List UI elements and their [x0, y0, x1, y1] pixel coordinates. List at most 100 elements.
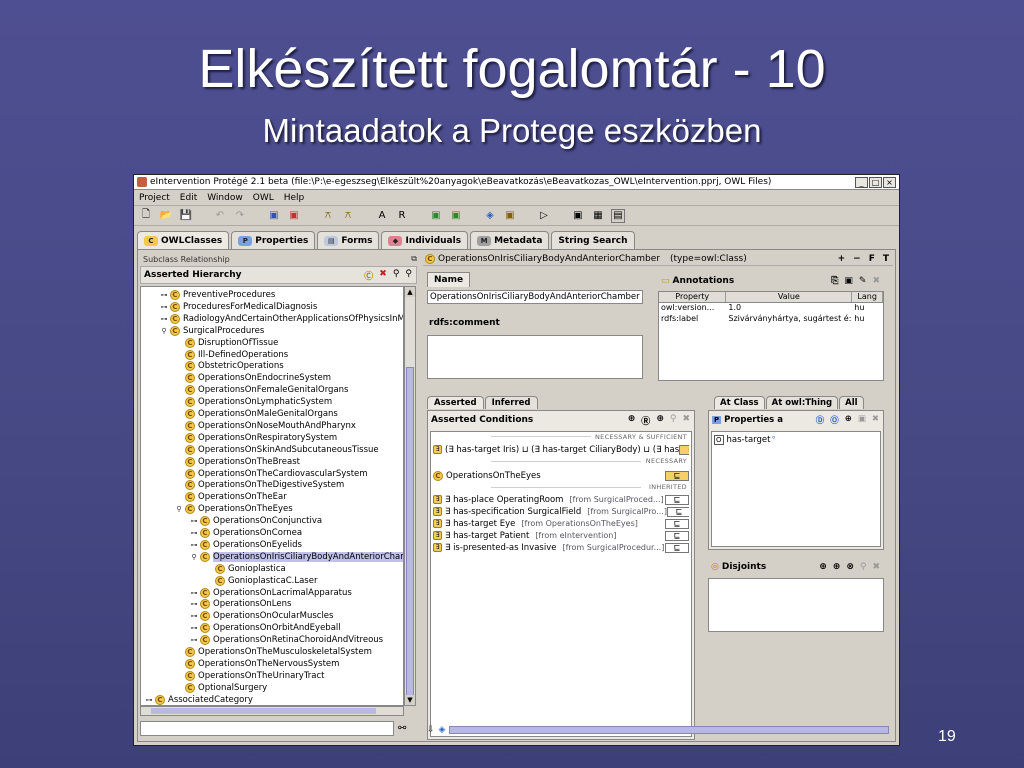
class-name-field[interactable]: OperationsOnIrisCiliaryBodyAndAnteriorCh…	[427, 290, 643, 304]
list-item[interactable]: ∃ ∃ has-target Patient [from eInterventi…	[433, 530, 689, 541]
add-disjoint-icon[interactable]: ⊕	[819, 562, 827, 572]
tree-item[interactable]: C ObstetricOperations	[175, 360, 284, 372]
column-property[interactable]: Property	[659, 292, 727, 302]
tree-item[interactable]: C OperationsOnTheDigestiveSystem	[175, 479, 344, 491]
tab-inferred[interactable]: Inferred	[484, 396, 538, 409]
grid-icon[interactable]: ▦	[591, 209, 605, 223]
tab-at-class[interactable]: At Class	[714, 396, 765, 409]
delete-class-icon[interactable]: ✖	[379, 269, 387, 282]
create-class-icon[interactable]: Ⓒ	[364, 269, 373, 282]
tree-icon[interactable]: ⚻	[321, 209, 335, 223]
view-icon[interactable]: ▣	[571, 209, 585, 223]
tree-item[interactable]: ⊶ C OperationsOnRetinaChoroidAndVitreous	[190, 634, 383, 646]
tab-individuals[interactable]: ◆ Individuals	[381, 231, 469, 249]
scroll-down-arrow[interactable]: ▼	[405, 695, 415, 705]
tree-item[interactable]: C Gonioplastica	[205, 563, 286, 575]
object-property-icon[interactable]: Ⓞ	[830, 414, 839, 426]
expand-icon[interactable]: ⊶	[160, 291, 168, 299]
delete-condition-icon[interactable]: ✖	[682, 414, 690, 427]
tree-item[interactable]: ⊶ C OperationsOnEyelids	[190, 539, 302, 551]
delete-property-icon[interactable]: ✖	[872, 414, 879, 426]
tree-item[interactable]: ⊶ C AssociatedCategory	[145, 694, 253, 705]
add-named-class-icon[interactable]: ⊕	[656, 414, 664, 427]
restore-icon[interactable]: ⧉	[411, 254, 417, 264]
expand-icon[interactable]: ⊶	[145, 696, 153, 704]
add-property-icon[interactable]: ⊕	[845, 414, 852, 426]
open-folder-icon[interactable]: 📂	[159, 209, 173, 223]
tree-item[interactable]: ⚲ C SurgicalProcedures	[160, 325, 264, 337]
classify-icon[interactable]: ◈	[483, 209, 497, 223]
tree-item[interactable]: ⊶ C RadiologyAndCertainOtherApplicationsOf…	[160, 313, 403, 325]
tab-forms[interactable]: ▤ Forms	[317, 231, 380, 249]
tree-item[interactable]: C OperationsOnFemaleGenitalOrgans	[175, 384, 348, 396]
tree-item[interactable]: ⊶ C OperationsOnLacrimalApparatus	[190, 587, 352, 599]
tree-item[interactable]: ⚲ C OperationsOnIrisCiliaryBodyAndAnterior…	[190, 551, 403, 563]
tab-metadata[interactable]: M Metadata	[470, 231, 550, 249]
minimize-button[interactable]: _	[855, 176, 868, 188]
mutual-disjoint-icon[interactable]: ⊗	[846, 562, 854, 572]
menu-owl[interactable]: OWL	[253, 193, 274, 203]
name-tab[interactable]: Name	[427, 272, 471, 287]
export-icon[interactable]: ▣	[449, 209, 463, 223]
collapse-icon[interactable]: ⚲	[160, 327, 168, 335]
remove-button[interactable]: −	[853, 254, 861, 264]
restriction-icon[interactable]: Ⓡ	[641, 414, 650, 427]
table-row[interactable]: rdfs:label Szivárványhártya, sugártest é…	[659, 314, 883, 325]
list-item[interactable]: ∃ ∃ is-presented-as Invasive [from Surgi…	[433, 542, 689, 553]
tree-item[interactable]: C GonioplasticaC.Laser	[205, 575, 317, 587]
maximize-button[interactable]: □	[869, 176, 882, 188]
tree-horizontal-scrollbar[interactable]	[140, 706, 404, 716]
tree-item[interactable]: C OperationsOnEndocrineSystem	[175, 372, 331, 384]
tree-item[interactable]: C OperationsOnTheCardiovascularSystem	[175, 468, 368, 480]
find-next-icon[interactable]: ⚲	[405, 269, 412, 282]
tree-vertical-scrollbar[interactable]: ▲ ▼	[404, 286, 416, 706]
collapse-icon[interactable]: ⚲	[175, 505, 183, 513]
tab-at-owl-thing[interactable]: At owl:Thing	[765, 396, 839, 409]
expand-icon[interactable]: ⊶	[190, 612, 198, 620]
scroll-up-arrow[interactable]: ▲	[405, 287, 415, 297]
classify-diamond-icon[interactable]: ◈	[439, 725, 446, 735]
text-r-button[interactable]: R	[395, 209, 409, 223]
tree-search-input[interactable]	[140, 720, 394, 736]
tree-item[interactable]: C OperationsOnTheBreast	[175, 456, 300, 468]
cut-icon[interactable]: ▣	[267, 209, 281, 223]
expand-icon[interactable]: ⊶	[160, 315, 168, 323]
menu-project[interactable]: Project	[139, 193, 170, 203]
search-disjoint-icon[interactable]: ⚲	[860, 562, 867, 572]
menu-help[interactable]: Help	[284, 193, 305, 203]
tree-item[interactable]: C OperationsOnTheUrinaryTract	[175, 670, 324, 682]
menu-edit[interactable]: Edit	[180, 193, 197, 203]
tab-asserted[interactable]: Asserted	[427, 396, 484, 409]
query-icon[interactable]: ▣	[429, 209, 443, 223]
tree-item[interactable]: C OperationsOnTheMusculoskeletalSystem	[175, 646, 372, 658]
tree-item[interactable]: C OperationsOnRespiratorySystem	[175, 432, 337, 444]
close-button[interactable]: ×	[883, 176, 896, 188]
tree-item[interactable]: C OperationsOnNoseMouthAndPharynx	[175, 420, 356, 432]
datatype-property-icon[interactable]: Ⓓ	[816, 414, 825, 426]
t-button[interactable]: T	[883, 254, 889, 264]
tree-item[interactable]: C OperationsOnTheNervousSystem	[175, 658, 339, 670]
tree-item[interactable]: ⊶ C OperationsOnCornea	[190, 527, 302, 539]
tree-item[interactable]: ⊶ C ProceduresForMedicalDiagnosis	[160, 301, 317, 313]
tree-item[interactable]: C OperationsOnMaleGenitalOrgans	[175, 408, 338, 420]
tab-string-search[interactable]: String Search	[551, 231, 635, 249]
tree-item[interactable]: C Ill-DefinedOperations	[175, 349, 288, 361]
list-item[interactable]: C OperationsOnTheEyes ⊑	[433, 470, 689, 481]
edit-property-icon[interactable]: ▣	[858, 414, 866, 426]
rdfs-comment-field[interactable]	[427, 335, 643, 379]
collapse-icon[interactable]: ⚲	[190, 553, 198, 561]
tree-item[interactable]: C OperationsOnTheEar	[175, 491, 287, 503]
tree-item[interactable]: C DisruptionOfTissue	[175, 337, 278, 349]
conditions-list[interactable]: NECESSARY & SUFFICIENT ∃ (∃ has-target I…	[430, 431, 692, 737]
expand-icon[interactable]: ⊶	[160, 303, 168, 311]
expand-icon[interactable]: ⊶	[190, 636, 198, 644]
tree-item[interactable]: ⊶ C PreventiveProcedures	[160, 289, 275, 301]
f-button[interactable]: F	[869, 254, 875, 264]
menu-window[interactable]: Window	[207, 193, 243, 203]
find-icon[interactable]: ⚲	[393, 269, 400, 282]
add-disjoint-expression-icon[interactable]: ⊕	[833, 562, 841, 572]
expand-icon[interactable]: ⊶	[190, 517, 198, 525]
expand-icon[interactable]: ⊶	[190, 529, 198, 537]
scroll-thumb[interactable]	[406, 367, 414, 697]
hscroll-thumb[interactable]	[151, 708, 376, 714]
